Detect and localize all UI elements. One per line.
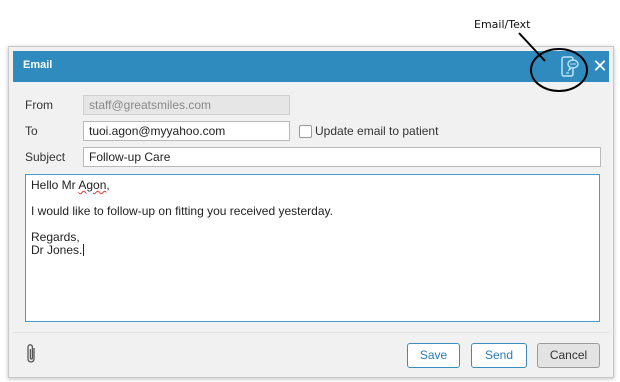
- closing-line: Regards,: [31, 230, 80, 244]
- from-field: staff@greatsmiles.com: [83, 95, 290, 115]
- greeting-name: Agon: [78, 178, 107, 192]
- to-field[interactable]: tuoi.agon@myyahoo.com: [83, 121, 290, 141]
- from-label: From: [25, 98, 53, 112]
- greeting-prefix: Hello Mr: [31, 178, 79, 192]
- greeting-suffix: ,: [106, 178, 110, 192]
- email-dialog: Email ✕ From staff@greatsmiles.com To tu…: [8, 46, 614, 378]
- paperclip-icon[interactable]: [25, 343, 39, 365]
- annotation-label: Email/Text: [474, 18, 531, 31]
- close-icon[interactable]: ✕: [592, 55, 608, 77]
- subject-field[interactable]: Follow-up Care: [83, 147, 601, 167]
- to-label: To: [25, 124, 38, 138]
- dialog-titlebar: Email ✕: [13, 51, 609, 82]
- footer-divider: [13, 332, 609, 333]
- dialog-title: Email: [23, 59, 53, 71]
- cancel-button[interactable]: Cancel: [537, 343, 600, 368]
- subject-label: Subject: [25, 150, 66, 164]
- send-button[interactable]: Send: [471, 343, 527, 368]
- message-line: I would like to follow-up on fitting you…: [31, 204, 333, 218]
- signature-line: Dr Jones.: [31, 244, 594, 257]
- message-body[interactable]: Hello Mr Agon, I would like to follow-up…: [25, 174, 600, 322]
- save-button[interactable]: Save: [407, 343, 460, 368]
- update-email-label[interactable]: Update email to patient: [315, 124, 438, 138]
- signature-text: Dr Jones.: [31, 243, 83, 257]
- greeting-line: Hello Mr Agon,: [31, 179, 594, 192]
- update-email-checkbox[interactable]: [299, 125, 312, 138]
- text-caret: [83, 244, 85, 256]
- mobile-message-icon[interactable]: [560, 56, 580, 78]
